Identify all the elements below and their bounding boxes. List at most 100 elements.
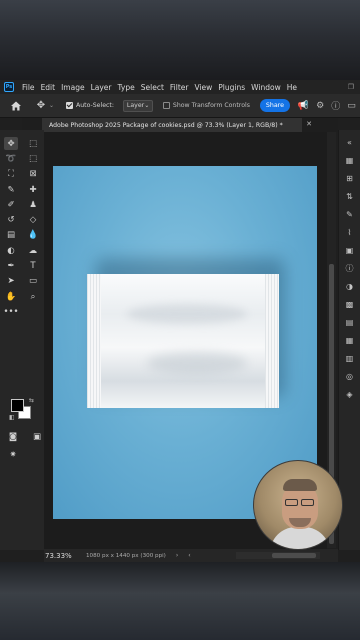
color-swatches: ⇆ ◧ bbox=[9, 397, 36, 424]
menu-select[interactable]: Select bbox=[138, 83, 167, 92]
settings-icon[interactable]: ⚙ bbox=[316, 101, 324, 111]
zoom-icon[interactable]: ⌕ bbox=[26, 290, 40, 303]
adjustments-icon[interactable]: ⇅ bbox=[344, 190, 356, 202]
presenter-shirt bbox=[270, 527, 330, 549]
workspace-icon[interactable]: ▭ bbox=[347, 101, 356, 111]
blur-icon[interactable]: 💧 bbox=[26, 229, 40, 242]
mode-buttons: ◙ ▣ bbox=[6, 430, 44, 443]
eraser-icon[interactable]: ◇ bbox=[26, 214, 40, 227]
auto-select-target-dropdown[interactable]: Layer ⌄ bbox=[122, 99, 153, 112]
pen-icon[interactable]: ✒ bbox=[4, 260, 18, 273]
horizontal-scrollbar[interactable] bbox=[236, 552, 320, 559]
menu-plugins[interactable]: Plugins bbox=[215, 83, 248, 92]
auto-select-label: Auto-Select: bbox=[76, 102, 114, 109]
history-brush-icon[interactable]: ↺ bbox=[4, 214, 18, 227]
cookie-package-image[interactable] bbox=[87, 274, 279, 408]
close-icon[interactable]: ✕ bbox=[306, 120, 312, 128]
channels-icon[interactable]: ◎ bbox=[344, 370, 356, 382]
tools-panel: ✥ ⬚ ➰ ⬚ ⛶ ⊠ ✎ ✚ ✐ ♟ ↺ ◇ ▤ 💧 ◐ ☁ ✒ T ➤ ▭ … bbox=[0, 130, 44, 550]
dodge-icon[interactable]: ◐ bbox=[4, 244, 18, 257]
video-top-band bbox=[0, 0, 360, 80]
options-right-icons: 📢 ⚙ ⓘ ▭ bbox=[298, 99, 356, 113]
swatches-icon[interactable]: ▩ bbox=[344, 298, 356, 310]
show-transform-checkbox[interactable]: Show Transform Controls bbox=[162, 102, 250, 109]
zoom-level[interactable]: 73.33% bbox=[44, 552, 74, 560]
window-controls: ❐ bbox=[348, 83, 360, 91]
generative-icon[interactable]: ✷ bbox=[6, 448, 20, 461]
menu-type[interactable]: Type bbox=[115, 83, 138, 92]
glasses-icon bbox=[285, 499, 298, 506]
clone-stamp-icon[interactable]: ♟ bbox=[26, 198, 40, 211]
patterns-icon[interactable]: ▦ bbox=[344, 334, 356, 346]
maximize-icon[interactable]: ❐ bbox=[348, 83, 354, 91]
document-info: 1080 px x 1440 px (300 ppi) bbox=[86, 552, 166, 559]
scrollbar-thumb[interactable] bbox=[272, 553, 316, 558]
options-bar: ✥ ⌄ Auto-Select: Layer ⌄ Show Transform … bbox=[0, 94, 360, 118]
swap-colors-icon[interactable]: ⇆ bbox=[29, 397, 34, 404]
auto-select-target-value: Layer bbox=[126, 102, 145, 109]
status-bar: 73.33% 1080 px x 1440 px (300 ppi) › ‹ bbox=[44, 549, 338, 562]
chevron-down-icon[interactable]: ⌄ bbox=[49, 102, 54, 109]
type-icon[interactable]: T bbox=[26, 260, 40, 273]
expand-panels-icon[interactable]: « bbox=[344, 136, 356, 148]
chevron-right-icon[interactable]: › bbox=[176, 552, 178, 559]
video-bottom-band bbox=[0, 562, 360, 640]
object-select-icon[interactable]: ⬚ bbox=[26, 152, 40, 165]
eyedropper-icon[interactable]: ✎ bbox=[4, 183, 18, 196]
menu-window[interactable]: Window bbox=[248, 83, 284, 92]
rectangle-icon[interactable]: ▭ bbox=[26, 275, 40, 288]
smudge-icon[interactable]: ☁ bbox=[26, 244, 40, 257]
webcam-overlay bbox=[253, 460, 343, 550]
move-tool-icon[interactable]: ✥ bbox=[35, 100, 47, 112]
gradient-icon[interactable]: ▤ bbox=[4, 229, 18, 242]
menu-layer[interactable]: Layer bbox=[88, 83, 115, 92]
screen-mode-icon[interactable]: ▣ bbox=[30, 430, 44, 443]
brush-settings-icon[interactable]: ✎ bbox=[344, 208, 356, 220]
document-tab-bar: Adobe Photoshop 2025 Package of cookies.… bbox=[22, 118, 338, 132]
crop-icon[interactable]: ⛶ bbox=[4, 168, 18, 181]
color-icon[interactable]: ◑ bbox=[344, 280, 356, 292]
menu-view[interactable]: View bbox=[191, 83, 215, 92]
lasso-icon[interactable]: ➰ bbox=[4, 152, 18, 165]
move-icon[interactable]: ✥ bbox=[4, 137, 18, 151]
help-icon[interactable]: ⓘ bbox=[331, 99, 340, 112]
package-crimp-left bbox=[87, 274, 101, 408]
document-tab-title: Adobe Photoshop 2025 Package of cookies.… bbox=[49, 121, 283, 129]
history-icon[interactable]: ▣ bbox=[344, 244, 356, 256]
frame-icon[interactable]: ⊠ bbox=[26, 168, 40, 181]
presenter-hair bbox=[283, 479, 317, 491]
brush-icon[interactable]: ✐ bbox=[4, 198, 18, 211]
auto-select-checkbox[interactable]: Auto-Select: bbox=[66, 102, 114, 109]
artboard-icon[interactable]: ⬚ bbox=[26, 137, 40, 150]
libraries-icon[interactable]: ⊞ bbox=[344, 172, 356, 184]
layers-icon[interactable]: ◈ bbox=[344, 388, 356, 400]
photoshop-logo: Ps bbox=[4, 82, 14, 92]
menu-image[interactable]: Image bbox=[58, 83, 88, 92]
menu-bar: Ps File Edit Image Layer Type Select Fil… bbox=[0, 80, 360, 94]
properties-icon[interactable]: ▦ bbox=[344, 154, 356, 166]
menu-help[interactable]: He bbox=[284, 83, 300, 92]
home-icon[interactable] bbox=[9, 99, 23, 113]
default-colors-icon[interactable]: ◧ bbox=[9, 414, 15, 421]
menu-filter[interactable]: Filter bbox=[167, 83, 192, 92]
foreground-color-swatch[interactable] bbox=[11, 399, 24, 412]
checkbox-checked-icon bbox=[66, 102, 74, 109]
gradients-icon[interactable]: ▤ bbox=[344, 316, 356, 328]
package-fold bbox=[147, 352, 247, 374]
document-tab[interactable]: Adobe Photoshop 2025 Package of cookies.… bbox=[42, 118, 312, 132]
quick-mask-icon[interactable]: ◙ bbox=[6, 430, 20, 443]
package-fold bbox=[127, 304, 247, 324]
glasses-icon bbox=[301, 499, 314, 506]
path-select-icon[interactable]: ➤ bbox=[4, 275, 18, 288]
styles-icon[interactable]: ▥ bbox=[344, 352, 356, 364]
hand-icon[interactable]: ✋ bbox=[4, 290, 18, 303]
more-tools-icon[interactable]: ••• bbox=[3, 305, 18, 318]
healing-brush-icon[interactable]: ✚ bbox=[26, 183, 40, 196]
paths-icon[interactable]: ⌇ bbox=[344, 226, 356, 238]
menu-file[interactable]: File bbox=[19, 83, 38, 92]
info-icon[interactable]: ⓘ bbox=[344, 262, 356, 274]
menu-edit[interactable]: Edit bbox=[38, 83, 59, 92]
share-button[interactable]: Share bbox=[259, 99, 290, 112]
chevron-left-icon[interactable]: ‹ bbox=[188, 552, 190, 559]
megaphone-icon[interactable]: 📢 bbox=[298, 101, 309, 111]
